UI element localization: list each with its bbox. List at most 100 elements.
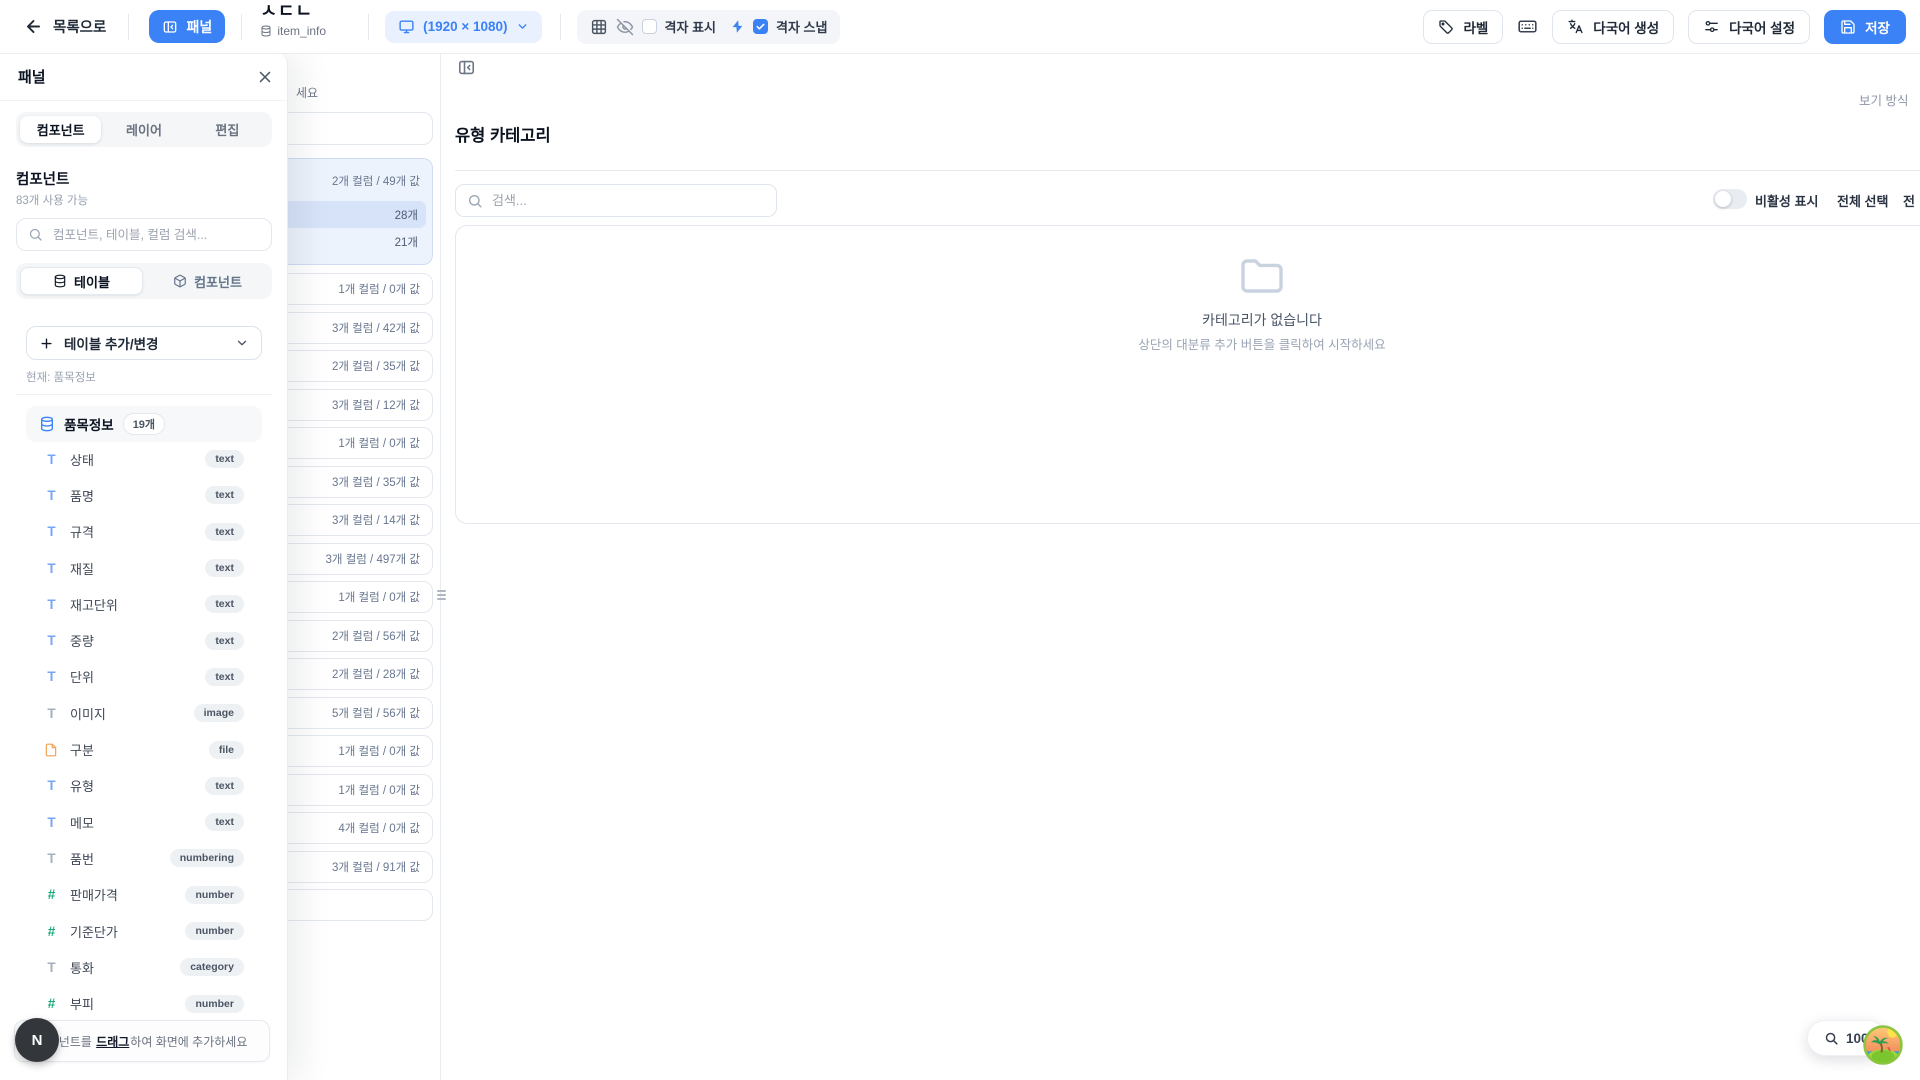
document-subtitle-text: item_info [277,24,326,38]
field-row[interactable]: 구분file [16,731,272,767]
grid-show-checkbox[interactable] [642,19,657,34]
field-row[interactable]: T상태text [16,441,272,477]
table-header-row[interactable]: 품목정보 19개 [26,406,262,442]
field-row[interactable]: T이미지image [16,695,272,731]
group-stats-label: 5개 컬럼 / 56개 값 [332,705,420,721]
text-type-icon: T [44,561,59,576]
panel-search-input[interactable] [51,219,263,250]
i18n-generate-button[interactable]: 다국어 생성 [1552,10,1674,44]
number-icon: # [44,996,59,1011]
i18n-settings-button[interactable]: 다국어 설정 [1688,10,1810,44]
field-row[interactable]: T재고단위text [16,586,272,622]
toolbar-right-group: 라벨 다국어 생성 다국어 설정 저장 [1423,10,1906,44]
database-icon [260,25,272,37]
field-type-badge: text [205,595,244,613]
field-row[interactable]: T메모text [16,804,272,840]
field-type-badge: number [185,922,244,940]
select-all-button[interactable]: 전체 선택 [1837,191,1888,210]
category-search-input[interactable] [490,185,768,216]
source-toggle-table[interactable]: 테이블 [20,267,143,295]
document-title: ㅅㄷㄴ [260,2,313,20]
field-row[interactable]: T규격text [16,514,272,550]
monitor-icon [398,18,415,35]
field-row[interactable]: #기준단가number [16,913,272,949]
label-button-text: 라벨 [1463,17,1488,37]
chevron-down-icon [235,336,249,350]
back-label[interactable]: 목록으로 [53,16,106,37]
grid-snap-checkbox[interactable] [753,19,768,34]
middle-hint-text: 세요 [296,84,318,101]
field-type-badge: file [209,741,244,759]
category-search[interactable] [455,184,777,217]
field-name: 단위 [70,667,94,686]
panel-toggle-button[interactable]: 패널 [149,10,225,43]
clear-selection-button[interactable]: 전 [1903,191,1915,210]
arrow-left-icon [24,17,43,36]
toolbar-divider [241,14,242,40]
panel-search[interactable] [16,218,272,251]
panel-close-button[interactable] [254,66,276,88]
panel-collapse-icon [457,58,476,77]
field-name: 기준단가 [70,922,118,941]
panel-toggle-label: 패널 [186,17,212,37]
save-icon [1840,19,1856,35]
field-row[interactable]: #부피number [16,985,272,1021]
label-button[interactable]: 라벨 [1423,10,1503,44]
tab-layers[interactable]: 레이어 [103,116,184,143]
screen-size-selector[interactable]: (1920 × 1080) [385,11,541,43]
source-toggle-component[interactable]: 컴포넌트 [147,267,268,295]
document-title-block: ㅅㄷㄴ item_info [260,2,326,38]
tag-icon [1438,19,1454,35]
text-type-icon: T [44,452,59,467]
field-type-badge: category [180,958,244,976]
i18n-generate-text: 다국어 생성 [1593,17,1659,37]
current-table-label: 현재: 품목정보 [26,369,96,385]
collaborator-cursor-avatar: N [15,1018,59,1062]
panel-header-divider [0,100,287,101]
field-type-badge: text [205,777,244,795]
field-type-badge: numbering [170,849,244,867]
keyboard-shortcuts-button[interactable] [1517,16,1538,37]
field-type-badge: text [205,523,244,541]
field-type-badge: text [205,813,244,831]
field-type-badge: text [205,559,244,577]
save-button[interactable]: 저장 [1824,10,1906,44]
text-type-icon: T [44,669,59,684]
tab-edit[interactable]: 편집 [187,116,268,143]
group-stats-label: 2개 컬럼 / 49개 값 [332,173,420,189]
table-count-badge: 19개 [123,413,165,435]
group-stats-label: 4개 컬럼 / 0개 값 [338,820,420,836]
field-row[interactable]: T품번numbering [16,840,272,876]
field-row[interactable]: T통화category [16,949,272,985]
field-name: 품명 [70,486,94,505]
database-icon [39,416,55,432]
tab-components[interactable]: 컴포넌트 [20,116,101,143]
field-row[interactable]: T품명text [16,477,272,513]
empty-state-subtitle: 상단의 대분류 추가 버튼을 클릭하여 시작하세요 [862,334,1662,353]
grid-controls: 격자 표시 격자 스냅 [577,10,841,44]
pane-resize-handle[interactable] [437,590,446,600]
search-icon [467,193,483,209]
source-toggle-component-label: 컴포넌트 [194,272,242,291]
add-table-button[interactable]: 테이블 추가/변경 [26,326,262,360]
field-row[interactable]: T유형text [16,768,272,804]
screen-size-value: (1920 × 1080) [423,19,507,34]
field-row[interactable]: T단위text [16,659,272,695]
toggle-knob [1715,191,1731,207]
field-row[interactable]: T재질text [16,550,272,586]
group-stats-label: 3개 컬럼 / 14개 값 [332,512,420,528]
left-panel: 패널 컴포넌트 레이어 편집 컴포넌트 83개 사용 가능 테이블 컴포넌트 [0,54,288,1080]
group-stats-label: 3개 컬럼 / 35개 값 [332,474,420,490]
group-stats-label: 3개 컬럼 / 12개 값 [332,397,420,413]
collapse-pane-button[interactable] [457,58,476,77]
field-name: 품번 [70,849,94,868]
components-available-count: 83개 사용 가능 [16,192,88,208]
group-stats-label: 2개 컬럼 / 28개 값 [332,666,420,682]
field-row[interactable]: #판매가격number [16,877,272,913]
toolbar-divider [560,14,561,40]
file-icon [44,743,59,757]
save-button-text: 저장 [1865,17,1890,37]
field-row[interactable]: T중량text [16,622,272,658]
back-button[interactable] [24,17,43,36]
inactive-toggle[interactable] [1713,189,1747,209]
